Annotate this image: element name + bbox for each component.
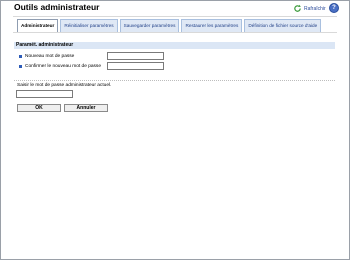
new-password-row: Nouveau mot de passe	[19, 52, 74, 60]
tab-fichier-source-aide[interactable]: Définition de fichier source d'aide	[244, 19, 322, 32]
bullet-icon	[19, 64, 22, 68]
tab-restaurer-parametres[interactable]: Restaurer les paramètres	[181, 19, 243, 32]
confirm-password-field[interactable]	[107, 62, 164, 70]
refresh-link[interactable]: Rafraîchir	[293, 3, 326, 14]
page-title: Outils administrateur	[14, 2, 100, 12]
new-password-field[interactable]	[107, 52, 164, 60]
ok-button[interactable]: OK	[17, 104, 61, 112]
current-password-label: Saisir le mot de passe administrateur ac…	[17, 83, 112, 88]
admin-tools-window: Outils administrateur Rafraîchir ? Admin…	[0, 0, 350, 260]
refresh-icon	[293, 4, 302, 13]
section-title: Paramét. administrateur	[14, 42, 335, 49]
confirm-password-row: Confirmer le nouveau mot de passe	[19, 62, 101, 70]
tab-reinitialiser-parametres[interactable]: Réinitialiser paramètres	[60, 19, 118, 32]
confirm-password-label: Confirmer le nouveau mot de passe	[25, 63, 101, 69]
tab-sauvegarder-parametres[interactable]: Sauvegarder paramètres	[119, 19, 180, 32]
help-icon[interactable]: ?	[329, 3, 339, 13]
top-bar: Outils administrateur Rafraîchir ?	[1, 1, 349, 17]
current-password-field[interactable]	[16, 90, 73, 98]
refresh-label: Rafraîchir	[304, 5, 326, 12]
header-rule	[13, 16, 337, 17]
dotted-divider	[14, 80, 335, 81]
cancel-button[interactable]: Annuler	[64, 104, 108, 112]
tab-administrateur[interactable]: Administrateur	[17, 19, 59, 32]
new-password-label: Nouveau mot de passe	[25, 53, 75, 59]
bullet-icon	[19, 54, 22, 58]
tab-bar: Administrateur Réinitialiser paramètres …	[17, 19, 322, 32]
tabs-underline	[13, 32, 337, 33]
